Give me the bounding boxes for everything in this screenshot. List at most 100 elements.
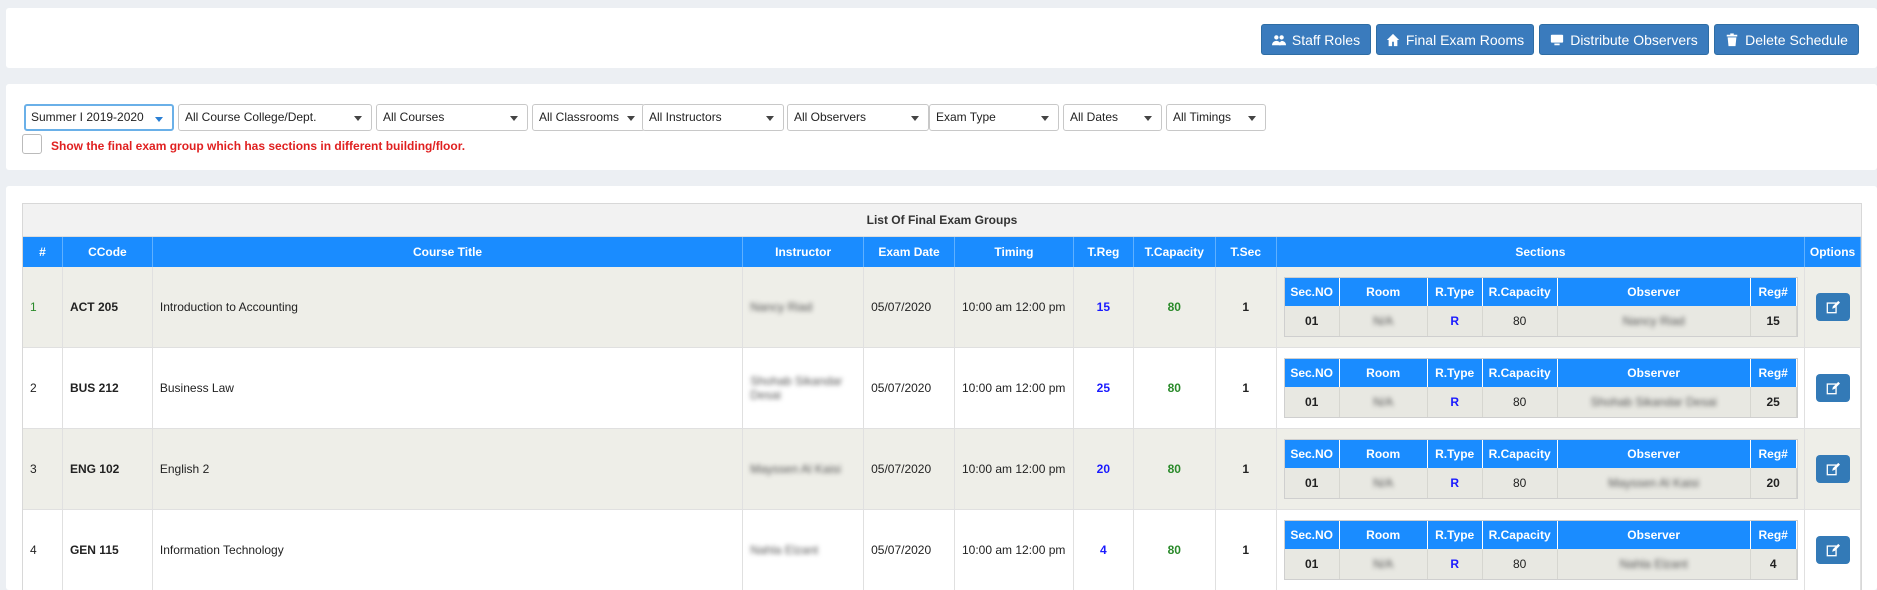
table-header: # CCode Course Title Instructor Exam Dat… xyxy=(23,237,1862,267)
col-header-tcapacity[interactable]: T.Capacity xyxy=(1134,237,1216,267)
course-code: GEN 115 xyxy=(63,510,153,590)
section-room-capacity: 80 xyxy=(1483,387,1558,417)
section-header-cell: R.Type xyxy=(1428,359,1483,387)
chevron-down-icon xyxy=(766,116,774,121)
timings-select[interactable]: All Timings xyxy=(1166,104,1266,131)
section-header-cell: Sec.NO xyxy=(1285,521,1340,549)
section-row: 01 N/A R 80 Shohab Sikandar Desai 25 xyxy=(1285,387,1797,417)
section-number: 01 xyxy=(1285,549,1340,579)
semester-select[interactable]: Summer I 2019-2020 xyxy=(24,104,174,131)
section-header-cell: Room xyxy=(1340,440,1428,468)
course-code: ACT 205 xyxy=(63,267,153,347)
section-number: 01 xyxy=(1285,306,1340,336)
col-header-treg[interactable]: T.Reg xyxy=(1074,237,1134,267)
sections-subtable: Sec.NO Room R.Type R.Capacity Observer Reg# 0… xyxy=(1283,277,1798,337)
course-code: BUS 212 xyxy=(63,348,153,428)
chevron-down-icon xyxy=(1248,116,1256,121)
col-header-tsec[interactable]: T.Sec xyxy=(1216,237,1277,267)
total-capacity: 80 xyxy=(1134,348,1216,428)
section-header-cell: R.Capacity xyxy=(1483,440,1558,468)
row-number: 1 xyxy=(23,267,63,347)
exam-timing: 10:00 am 12:00 pm xyxy=(955,429,1074,509)
chevron-down-icon xyxy=(911,116,919,121)
total-registered: 15 xyxy=(1074,267,1134,347)
table-row: 4 GEN 115 Information Technology Nahla E… xyxy=(23,510,1862,590)
exam-date: 05/07/2020 xyxy=(864,348,955,428)
section-header-cell: Reg# xyxy=(1751,359,1797,387)
sections-subtable-header: Sec.NO Room R.Type R.Capacity Observer Reg# xyxy=(1284,521,1797,549)
final-exam-rooms-button[interactable]: Final Exam Rooms xyxy=(1376,24,1534,55)
instructor-name: Shohab Sikandar Desai xyxy=(750,374,843,402)
section-header-cell: Reg# xyxy=(1751,278,1797,306)
section-header-cell: Room xyxy=(1340,278,1428,306)
total-capacity: 80 xyxy=(1134,510,1216,590)
course-title: English 2 xyxy=(153,429,744,509)
table-row: 3 ENG 102 English 2 Mayssen Al Kaisi 05/… xyxy=(23,429,1862,510)
edit-button[interactable] xyxy=(1815,536,1850,564)
col-header-num[interactable]: # xyxy=(23,237,63,267)
trash-icon xyxy=(1726,32,1738,46)
dates-select[interactable]: All Dates xyxy=(1063,104,1162,131)
observers-select[interactable]: All Observers xyxy=(787,104,929,131)
exam-timing: 10:00 am 12:00 pm xyxy=(955,267,1074,347)
section-header-cell: Room xyxy=(1340,521,1428,549)
section-header-cell: Observer xyxy=(1558,440,1751,468)
instructors-select[interactable]: All Instructors xyxy=(642,104,784,131)
col-header-course-title[interactable]: Course Title xyxy=(153,237,744,267)
desktop-icon xyxy=(1551,34,1564,45)
row-number: 4 xyxy=(23,510,63,590)
section-registered: 4 xyxy=(1751,549,1797,579)
section-room-capacity: 80 xyxy=(1483,306,1558,336)
section-room-type: R xyxy=(1428,306,1483,336)
sections-subtable: Sec.NO Room R.Type R.Capacity Observer Reg# 0… xyxy=(1283,439,1798,499)
exam-date: 05/07/2020 xyxy=(864,267,955,347)
section-row: 01 N/A R 80 Mayssen Al Kaisi 20 xyxy=(1285,468,1797,498)
section-header-cell: Reg# xyxy=(1751,521,1797,549)
courses-select[interactable]: All Courses xyxy=(376,104,528,131)
course-code: ENG 102 xyxy=(63,429,153,509)
edit-button[interactable] xyxy=(1815,293,1850,321)
edit-button[interactable] xyxy=(1815,455,1850,483)
section-room: N/A xyxy=(1373,395,1394,409)
sections-subtable-header: Sec.NO Room R.Type R.Capacity Observer Reg# xyxy=(1284,359,1797,387)
col-header-instructor[interactable]: Instructor xyxy=(743,237,865,267)
col-header-ccode[interactable]: CCode xyxy=(63,237,153,267)
instructor-name: Nancy Riad xyxy=(750,300,813,314)
total-registered: 25 xyxy=(1074,348,1134,428)
col-header-timing[interactable]: Timing xyxy=(955,237,1074,267)
exam-type-select[interactable]: Exam Type xyxy=(929,104,1059,131)
edit-icon xyxy=(1826,543,1840,557)
section-row: 01 N/A R 80 Nahla Elzant 4 xyxy=(1285,549,1797,579)
classrooms-select[interactable]: All Classrooms xyxy=(532,104,645,131)
col-header-sections: Sections xyxy=(1277,237,1806,267)
chevron-down-icon xyxy=(510,116,518,121)
sections-cell: Sec.NO Room R.Type R.Capacity Observer Reg# 0… xyxy=(1277,348,1806,428)
distribute-observers-button[interactable]: Distribute Observers xyxy=(1539,24,1709,55)
delete-schedule-button[interactable]: Delete Schedule xyxy=(1714,24,1859,55)
total-registered: 4 xyxy=(1074,510,1134,590)
options-cell xyxy=(1805,348,1862,428)
section-header-cell: R.Capacity xyxy=(1483,359,1558,387)
section-row: 01 N/A R 80 Nancy Riad 15 xyxy=(1285,306,1797,336)
table-panel: List Of Final Exam Groups # CCode Course… xyxy=(6,186,1877,590)
course-title: Introduction to Accounting xyxy=(153,267,744,347)
sections-cell: Sec.NO Room R.Type R.Capacity Observer Reg# 0… xyxy=(1277,510,1806,590)
table-row: 2 BUS 212 Business Law Shohab Sikandar D… xyxy=(23,348,1862,429)
sections-cell: Sec.NO Room R.Type R.Capacity Observer Reg# 0… xyxy=(1277,267,1806,347)
section-header-cell: Sec.NO xyxy=(1285,359,1340,387)
chevron-down-icon xyxy=(354,116,362,121)
exam-date: 05/07/2020 xyxy=(864,510,955,590)
staff-roles-button[interactable]: Staff Roles xyxy=(1261,24,1371,55)
section-observer: Nahla Elzant xyxy=(1619,557,1688,571)
section-number: 01 xyxy=(1285,468,1340,498)
course-title: Information Technology xyxy=(153,510,744,590)
section-observer: Shohab Sikandar Desai xyxy=(1590,395,1717,409)
different-building-checkbox[interactable] xyxy=(22,134,42,154)
section-header-cell: R.Capacity xyxy=(1483,521,1558,549)
section-header-cell: Observer xyxy=(1558,521,1751,549)
edit-button[interactable] xyxy=(1815,374,1850,402)
col-header-exam-date[interactable]: Exam Date xyxy=(864,237,955,267)
edit-icon xyxy=(1826,381,1840,395)
college-select[interactable]: All Course College/Dept. xyxy=(178,104,372,131)
sections-subtable-header: Sec.NO Room R.Type R.Capacity Observer Reg# xyxy=(1284,278,1797,306)
